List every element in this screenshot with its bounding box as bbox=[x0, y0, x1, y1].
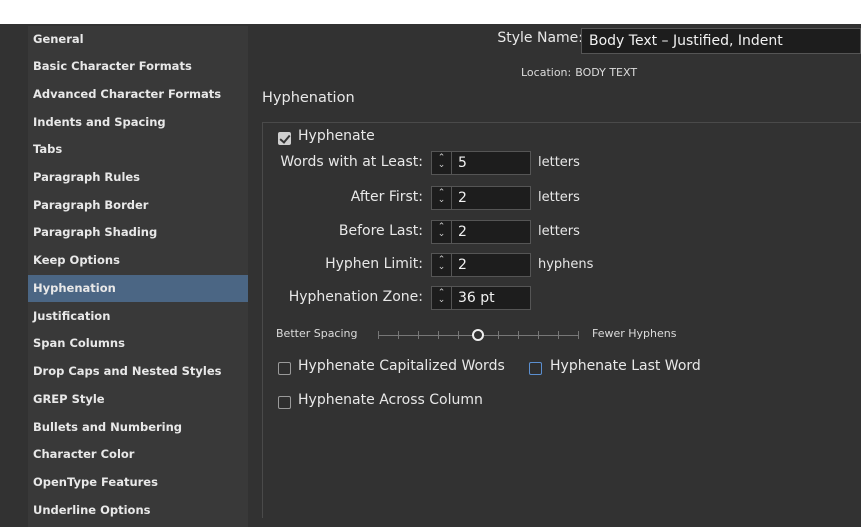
slider-tick bbox=[558, 331, 559, 339]
sidebar-item-tabs[interactable]: Tabs bbox=[28, 136, 248, 163]
slider-tick bbox=[398, 331, 399, 339]
sidebar-item-hyphenation[interactable]: Hyphenation bbox=[28, 275, 248, 302]
sidebar-item-advanced-character-formats[interactable]: Advanced Character Formats bbox=[28, 81, 248, 108]
category-sidebar: General Basic Character Formats Advanced… bbox=[28, 26, 248, 527]
better-spacing-label: Better Spacing bbox=[276, 327, 358, 340]
slider-tick bbox=[498, 331, 499, 339]
sidebar-item-character-color[interactable]: Character Color bbox=[28, 441, 248, 468]
capitalized-words-label: Hyphenate Capitalized Words bbox=[298, 358, 505, 374]
slider-tick bbox=[518, 331, 519, 339]
hyphen-limit-label: Hyphen Limit: bbox=[325, 256, 423, 272]
before-last-label: Before Last: bbox=[338, 223, 423, 239]
sidebar-item-basic-character-formats[interactable]: Basic Character Formats bbox=[28, 53, 248, 80]
stepper-arrows-icon[interactable]: ⌃ ⌄ bbox=[432, 152, 452, 174]
stepper-arrows-icon[interactable]: ⌃ ⌄ bbox=[432, 187, 452, 209]
slider-tick bbox=[438, 331, 439, 339]
stepper-arrows-icon[interactable]: ⌃ ⌄ bbox=[432, 254, 452, 276]
location-label: Location: bbox=[521, 66, 572, 79]
after-first-value: 2 bbox=[458, 190, 467, 206]
sidebar-item-drop-caps-and-nested-styles[interactable]: Drop Caps and Nested Styles bbox=[28, 358, 248, 385]
after-first-label: After First: bbox=[350, 189, 423, 205]
slider-tick bbox=[378, 331, 379, 339]
hyphenation-zone-value: 36 pt bbox=[458, 290, 495, 306]
last-word-label: Hyphenate Last Word bbox=[550, 358, 701, 374]
hyphenation-zone-stepper[interactable]: ⌃ ⌄ 36 pt bbox=[431, 286, 531, 310]
sidebar-item-paragraph-shading[interactable]: Paragraph Shading bbox=[28, 219, 248, 246]
paragraph-style-dialog: General Basic Character Formats Advanced… bbox=[0, 24, 861, 527]
spacing-slider-thumb[interactable] bbox=[472, 329, 484, 341]
before-last-unit: letters bbox=[538, 224, 580, 239]
sidebar-item-bullets-and-numbering[interactable]: Bullets and Numbering bbox=[28, 414, 248, 441]
sidebar-item-grep-style[interactable]: GREP Style bbox=[28, 386, 248, 413]
last-word-checkbox[interactable] bbox=[529, 362, 542, 375]
slider-tick bbox=[458, 331, 459, 339]
sidebar-item-underline-options[interactable]: Underline Options bbox=[28, 497, 248, 524]
before-last-value: 2 bbox=[458, 224, 467, 240]
sidebar-item-opentype-features[interactable]: OpenType Features bbox=[28, 469, 248, 496]
style-name-input[interactable]: Body Text – Justified, Indent bbox=[581, 28, 861, 54]
slider-tick bbox=[418, 331, 419, 339]
slider-tick bbox=[538, 331, 539, 339]
sidebar-item-keep-options[interactable]: Keep Options bbox=[28, 247, 248, 274]
fewer-hyphens-label: Fewer Hyphens bbox=[592, 327, 677, 340]
across-column-checkbox[interactable] bbox=[278, 396, 291, 409]
capitalized-words-checkbox[interactable] bbox=[278, 362, 291, 375]
sidebar-item-span-columns[interactable]: Span Columns bbox=[28, 330, 248, 357]
across-column-label: Hyphenate Across Column bbox=[298, 392, 483, 408]
sidebar-item-general[interactable]: General bbox=[28, 26, 248, 53]
hyphenate-checkbox[interactable] bbox=[278, 132, 291, 145]
hyphenation-group bbox=[262, 122, 861, 518]
sidebar-item-paragraph-rules[interactable]: Paragraph Rules bbox=[28, 164, 248, 191]
hyphen-limit-value: 2 bbox=[458, 257, 467, 273]
style-name-label: Style Name: bbox=[497, 30, 583, 46]
sidebar-item-indents-and-spacing[interactable]: Indents and Spacing bbox=[28, 109, 248, 136]
words-min-value: 5 bbox=[458, 155, 467, 171]
slider-tick bbox=[578, 331, 579, 339]
hyphen-limit-stepper[interactable]: ⌃ ⌄ 2 bbox=[431, 253, 531, 277]
stepper-arrows-icon[interactable]: ⌃ ⌄ bbox=[432, 287, 452, 309]
location-value: BODY TEXT bbox=[575, 66, 638, 79]
before-last-stepper[interactable]: ⌃ ⌄ 2 bbox=[431, 220, 531, 244]
words-min-unit: letters bbox=[538, 155, 580, 170]
sidebar-item-paragraph-border[interactable]: Paragraph Border bbox=[28, 192, 248, 219]
words-min-label: Words with at Least: bbox=[280, 154, 423, 170]
after-first-unit: letters bbox=[538, 190, 580, 205]
words-min-stepper[interactable]: ⌃ ⌄ 5 bbox=[431, 151, 531, 175]
hyphenation-zone-label: Hyphenation Zone: bbox=[288, 289, 423, 305]
sidebar-item-justification[interactable]: Justification bbox=[28, 303, 248, 330]
after-first-stepper[interactable]: ⌃ ⌄ 2 bbox=[431, 186, 531, 210]
hyphen-limit-unit: hyphens bbox=[538, 257, 594, 272]
hyphenate-label: Hyphenate bbox=[298, 128, 375, 144]
stepper-arrows-icon[interactable]: ⌃ ⌄ bbox=[432, 221, 452, 243]
location-info: Location: BODY TEXT bbox=[521, 66, 637, 79]
section-title: Hyphenation bbox=[262, 90, 355, 106]
